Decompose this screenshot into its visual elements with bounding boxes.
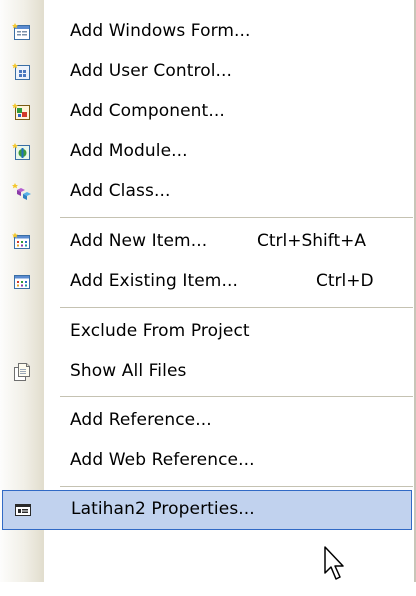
menu-separator bbox=[60, 396, 413, 397]
menu-item-label: Show All Files bbox=[70, 361, 187, 381]
show-all-files-icon bbox=[12, 362, 32, 382]
menu-item-exclude-from-project[interactable]: Exclude From Project bbox=[0, 312, 413, 352]
menu-item-label: Exclude From Project bbox=[70, 321, 250, 341]
menu-item-label: Add Existing Item... bbox=[70, 271, 238, 291]
menu-item-label: Add Component... bbox=[70, 101, 225, 121]
menu-item-add-existing-item[interactable]: Add Existing Item... Ctrl+D bbox=[0, 262, 413, 302]
menu-item-label: Add Windows Form... bbox=[70, 21, 251, 41]
menu-item-add-user-control[interactable]: Add User Control... bbox=[0, 52, 413, 92]
module-icon bbox=[12, 142, 32, 162]
menu-item-label: Add Class... bbox=[70, 181, 171, 201]
menu-item-shortcut: Ctrl+D bbox=[316, 271, 374, 291]
menu-item-add-class[interactable]: Add Class... bbox=[0, 172, 413, 212]
properties-icon bbox=[13, 500, 33, 520]
menu-item-add-web-reference[interactable]: Add Web Reference... bbox=[0, 441, 413, 481]
mouse-pointer-icon bbox=[324, 546, 344, 580]
menu-item-label: Add Reference... bbox=[70, 410, 212, 430]
windows-form-icon bbox=[12, 22, 32, 42]
new-item-icon bbox=[12, 232, 32, 252]
menu-item-label: Add Web Reference... bbox=[70, 450, 255, 470]
menu-separator bbox=[60, 307, 413, 308]
menu-separator bbox=[60, 217, 413, 218]
menu-item-add-windows-form[interactable]: Add Windows Form... bbox=[0, 12, 413, 52]
menu-item-label: Latihan2 Properties... bbox=[71, 499, 255, 519]
menu-item-label: Add New Item... bbox=[70, 231, 208, 251]
menu-item-add-reference[interactable]: Add Reference... bbox=[0, 401, 413, 441]
menu-item-shortcut: Ctrl+Shift+A bbox=[257, 231, 367, 251]
user-control-icon bbox=[12, 62, 32, 82]
component-icon bbox=[12, 102, 32, 122]
menu-separator bbox=[60, 486, 413, 487]
menu-item-label: Add Module... bbox=[70, 141, 188, 161]
existing-item-icon bbox=[12, 272, 32, 292]
menu-item-add-component[interactable]: Add Component... bbox=[0, 92, 413, 132]
menu-item-label: Add User Control... bbox=[70, 61, 233, 81]
menu-item-show-all-files[interactable]: Show All Files bbox=[0, 352, 413, 392]
class-icon bbox=[12, 182, 32, 202]
menu-item-add-new-item[interactable]: Add New Item... Ctrl+Shift+A bbox=[0, 222, 413, 262]
project-context-menu: Add Windows Form... Add User Control... bbox=[0, 0, 416, 582]
menu-item-project-properties[interactable]: Latihan2 Properties... bbox=[2, 490, 412, 530]
menu-item-add-module[interactable]: Add Module... bbox=[0, 132, 413, 172]
